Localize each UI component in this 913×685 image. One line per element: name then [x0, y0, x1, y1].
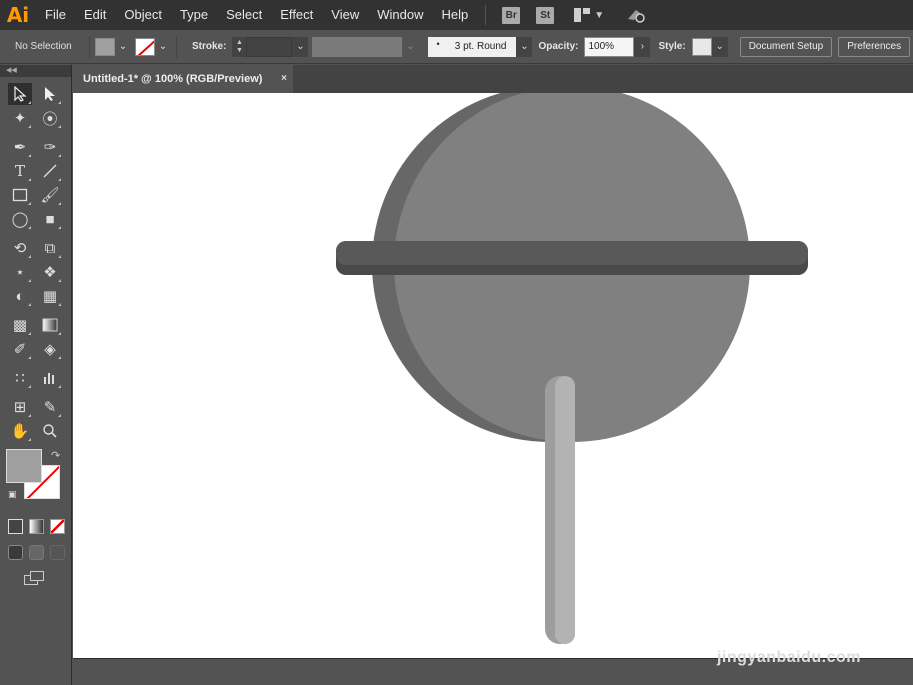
zoom-icon[interactable]: [38, 420, 62, 442]
menu-bar: Ai File Edit Object Type Select Effect V…: [0, 0, 913, 30]
artboard-canvas[interactable]: [73, 93, 913, 658]
slice-icon[interactable]: ✎: [38, 396, 62, 418]
menu-window[interactable]: Window: [368, 0, 432, 30]
toolbox-collapse-icon[interactable]: ◀◀: [0, 65, 71, 77]
direct-selection-tool-icon[interactable]: [38, 83, 62, 105]
paintbrush-icon[interactable]: 🖌: [38, 184, 62, 206]
shaper-icon[interactable]: ◯: [8, 208, 32, 230]
pen-icon[interactable]: ✒: [8, 136, 32, 158]
stick[interactable]: [555, 376, 575, 644]
chevron-down-icon[interactable]: ⌄: [516, 36, 533, 57]
rotate-icon[interactable]: ⟲: [8, 237, 32, 259]
selection-status: No Selection: [15, 41, 72, 52]
menu-file[interactable]: File: [36, 0, 75, 30]
opacity-label[interactable]: Opacity:: [538, 41, 578, 52]
horizontal-bar[interactable]: [336, 241, 808, 265]
document-setup-button[interactable]: Document Setup: [739, 36, 833, 57]
close-icon[interactable]: ×: [281, 73, 287, 84]
fill-color-swatch[interactable]: [6, 449, 42, 483]
chevron-down-icon[interactable]: ▼: [594, 10, 604, 21]
menu-help[interactable]: Help: [432, 0, 477, 30]
draw-normal-icon[interactable]: [8, 544, 23, 560]
type-icon[interactable]: T: [8, 160, 32, 182]
eyedropper-icon[interactable]: ✐: [8, 338, 32, 360]
none-mode-icon[interactable]: [50, 518, 65, 534]
hand-icon[interactable]: ✋: [8, 420, 32, 442]
menu-edit[interactable]: Edit: [75, 0, 115, 30]
default-fill-stroke-icon[interactable]: ▣: [8, 489, 17, 500]
menu-select[interactable]: Select: [217, 0, 271, 30]
opacity-input[interactable]: 100%: [584, 36, 635, 57]
chevron-down-icon[interactable]: ⌄: [155, 37, 171, 57]
menu-view[interactable]: View: [322, 0, 368, 30]
scale-icon[interactable]: ⧉: [38, 237, 62, 259]
gpu-performance-icon[interactable]: [626, 7, 646, 23]
column-graph-icon[interactable]: [38, 367, 62, 389]
preferences-button[interactable]: Preferences: [838, 36, 911, 57]
control-bar: No Selection ⌄ ⌄ Stroke: ▲▼ ⌄ ⌄ 3 pt. Ro…: [0, 30, 913, 64]
graphic-style-swatch[interactable]: [691, 37, 712, 56]
blend-icon[interactable]: ◈: [38, 338, 62, 360]
document-tab-bar: Untitled-1* @ 100% (RGB/Preview) ×: [73, 65, 913, 93]
rectangle-icon[interactable]: [8, 184, 32, 206]
lasso-icon[interactable]: ⦿: [38, 107, 62, 129]
chevron-down-icon[interactable]: ⌄: [711, 36, 728, 57]
status-bar: jingyanbaidu.com: [73, 649, 913, 685]
fill-stroke-widget: ↷ ▣: [6, 449, 71, 515]
width-icon[interactable]: ⋆: [8, 261, 32, 283]
shape-builder-icon[interactable]: ◐: [8, 285, 32, 307]
symbol-sprayer-icon[interactable]: ∷: [8, 367, 32, 389]
draw-inside-icon[interactable]: [50, 544, 65, 560]
puppet-warp-icon[interactable]: ❖: [38, 261, 62, 283]
selection-tool-icon[interactable]: [8, 83, 32, 105]
document-tab[interactable]: Untitled-1* @ 100% (RGB/Preview) ×: [73, 65, 293, 93]
menu-effect[interactable]: Effect: [271, 0, 322, 30]
brush-definition[interactable]: 3 pt. Round: [428, 36, 517, 57]
fill-swatch-control[interactable]: [95, 37, 115, 56]
stroke-weight-input[interactable]: [246, 36, 293, 57]
gradient-icon[interactable]: [38, 314, 62, 336]
document-tab-title: Untitled-1* @ 100% (RGB/Preview): [83, 73, 263, 85]
toolbox: ◀◀ ✦ ⦿ ✒ ✑ T 🖌 ◯ ■ ⟲ ⧉ ⋆ ❖ ◐ ▦ ▩ ✐ ◈ ∷ ⊞…: [0, 65, 72, 685]
menu-separator: [485, 5, 487, 25]
chevron-down-icon[interactable]: ⌄: [115, 37, 131, 57]
curvature-icon[interactable]: ✑: [38, 136, 62, 158]
line-icon[interactable]: [38, 160, 62, 182]
swap-fill-stroke-icon[interactable]: ↷: [51, 449, 60, 462]
artboard-icon[interactable]: ⊞: [8, 396, 32, 418]
stock-button[interactable]: St: [536, 6, 555, 24]
menu-object[interactable]: Object: [115, 0, 171, 30]
menu-type[interactable]: Type: [171, 0, 217, 30]
artwork: [336, 93, 808, 644]
stroke-label[interactable]: Stroke:: [192, 41, 226, 52]
stroke-weight-stepper[interactable]: ▲ ▼: [232, 36, 247, 57]
draw-behind-icon[interactable]: [29, 544, 44, 560]
chevron-down-icon[interactable]: ⌄: [292, 36, 309, 57]
variable-width-profile[interactable]: [312, 36, 403, 57]
mesh-icon[interactable]: ▩: [8, 314, 32, 336]
watermark: jingyanbaidu.com: [716, 649, 861, 666]
eraser-icon[interactable]: ■: [38, 208, 62, 230]
magic-wand-icon[interactable]: ✦: [8, 107, 32, 129]
workspace-switcher-icon[interactable]: [574, 8, 591, 22]
perspective-grid-icon[interactable]: ▦: [38, 285, 62, 307]
screen-mode-icon[interactable]: [24, 571, 46, 587]
style-label: Style:: [658, 41, 686, 52]
chevron-right-icon[interactable]: ›: [634, 36, 651, 57]
gradient-mode-icon[interactable]: [29, 518, 44, 534]
color-mode-icon[interactable]: [8, 518, 23, 534]
app-logo: Ai: [6, 3, 30, 27]
stroke-swatch-control[interactable]: [135, 37, 155, 56]
chevron-down-icon[interactable]: ⌄: [402, 37, 418, 57]
bridge-button[interactable]: Br: [502, 6, 521, 24]
